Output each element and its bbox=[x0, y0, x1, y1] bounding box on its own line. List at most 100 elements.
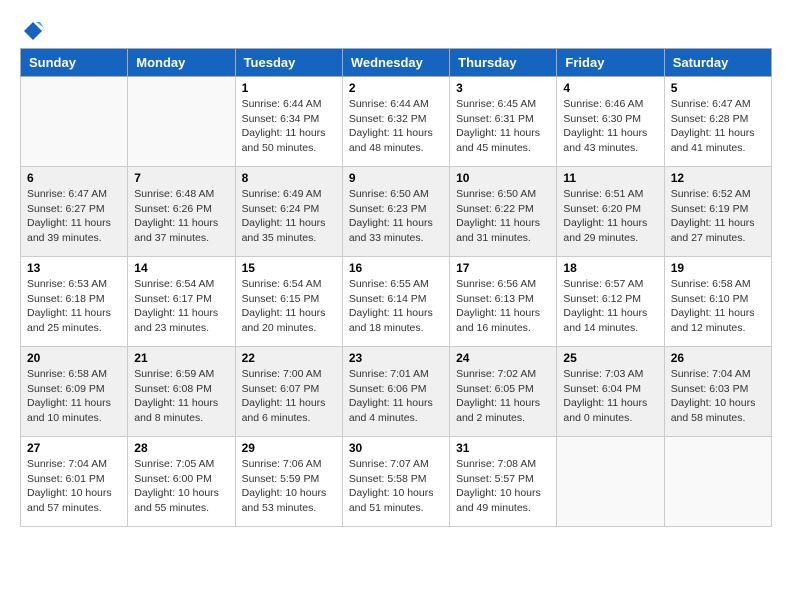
day-number: 19 bbox=[671, 261, 765, 275]
day-number: 30 bbox=[349, 441, 443, 455]
day-detail: Sunrise: 7:08 AM Sunset: 5:57 PM Dayligh… bbox=[456, 457, 550, 516]
calendar-day-cell: 30 Sunrise: 7:07 AM Sunset: 5:58 PM Dayli… bbox=[342, 437, 449, 527]
day-number: 17 bbox=[456, 261, 550, 275]
calendar-day-cell bbox=[128, 77, 235, 167]
calendar-day-cell: 4 Sunrise: 6:46 AM Sunset: 6:30 PM Daylig… bbox=[557, 77, 664, 167]
calendar-week-row: 1 Sunrise: 6:44 AM Sunset: 6:34 PM Daylig… bbox=[21, 77, 772, 167]
calendar-day-cell: 21 Sunrise: 6:59 AM Sunset: 6:08 PM Dayli… bbox=[128, 347, 235, 437]
day-number: 13 bbox=[27, 261, 121, 275]
calendar-day-cell: 31Sunrise: 7:08 AM Sunset: 5:57 PM Dayli… bbox=[450, 437, 557, 527]
day-number: 24 bbox=[456, 351, 550, 365]
day-number: 20 bbox=[27, 351, 121, 365]
day-detail: Sunrise: 6:45 AM Sunset: 6:31 PM Dayligh… bbox=[456, 97, 550, 156]
day-detail: Sunrise: 7:04 AM Sunset: 6:03 PM Dayligh… bbox=[671, 367, 765, 426]
weekday-header: Monday bbox=[128, 49, 235, 77]
day-detail: Sunrise: 6:48 AM Sunset: 6:26 PM Dayligh… bbox=[134, 187, 228, 246]
calendar-day-cell: 22 Sunrise: 7:00 AM Sunset: 6:07 PM Dayli… bbox=[235, 347, 342, 437]
day-detail: Sunrise: 6:46 AM Sunset: 6:30 PM Dayligh… bbox=[563, 97, 657, 156]
calendar-day-cell: 18 Sunrise: 6:57 AM Sunset: 6:12 PM Dayli… bbox=[557, 257, 664, 347]
day-number: 1 bbox=[242, 81, 336, 95]
day-detail: Sunrise: 7:07 AM Sunset: 5:58 PM Dayligh… bbox=[349, 457, 443, 516]
day-number: 4 bbox=[563, 81, 657, 95]
day-detail: Sunrise: 6:58 AM Sunset: 6:09 PM Dayligh… bbox=[27, 367, 121, 426]
day-number: 9 bbox=[349, 171, 443, 185]
day-number: 7 bbox=[134, 171, 228, 185]
day-detail: Sunrise: 6:47 AM Sunset: 6:28 PM Dayligh… bbox=[671, 97, 765, 156]
calendar-day-cell: 24 Sunrise: 7:02 AM Sunset: 6:05 PM Dayli… bbox=[450, 347, 557, 437]
calendar-day-cell: 12Sunrise: 6:52 AM Sunset: 6:19 PM Dayli… bbox=[664, 167, 771, 257]
calendar-week-row: 20 Sunrise: 6:58 AM Sunset: 6:09 PM Dayli… bbox=[21, 347, 772, 437]
weekday-header: Thursday bbox=[450, 49, 557, 77]
day-detail: Sunrise: 7:00 AM Sunset: 6:07 PM Dayligh… bbox=[242, 367, 336, 426]
calendar-day-cell: 17 Sunrise: 6:56 AM Sunset: 6:13 PM Dayli… bbox=[450, 257, 557, 347]
calendar-day-cell: 1 Sunrise: 6:44 AM Sunset: 6:34 PM Daylig… bbox=[235, 77, 342, 167]
calendar-day-cell bbox=[557, 437, 664, 527]
calendar-day-cell bbox=[664, 437, 771, 527]
calendar-day-cell: 27 Sunrise: 7:04 AM Sunset: 6:01 PM Dayli… bbox=[21, 437, 128, 527]
day-number: 29 bbox=[242, 441, 336, 455]
day-detail: Sunrise: 6:57 AM Sunset: 6:12 PM Dayligh… bbox=[563, 277, 657, 336]
weekday-header: Wednesday bbox=[342, 49, 449, 77]
day-number: 27 bbox=[27, 441, 121, 455]
day-detail: Sunrise: 6:44 AM Sunset: 6:32 PM Dayligh… bbox=[349, 97, 443, 156]
calendar-day-cell: 5 Sunrise: 6:47 AM Sunset: 6:28 PM Daylig… bbox=[664, 77, 771, 167]
day-number: 6 bbox=[27, 171, 121, 185]
calendar-day-cell: 2 Sunrise: 6:44 AM Sunset: 6:32 PM Daylig… bbox=[342, 77, 449, 167]
day-detail: Sunrise: 6:44 AM Sunset: 6:34 PM Dayligh… bbox=[242, 97, 336, 156]
day-number: 3 bbox=[456, 81, 550, 95]
calendar-day-cell: 16 Sunrise: 6:55 AM Sunset: 6:14 PM Dayli… bbox=[342, 257, 449, 347]
day-number: 15 bbox=[242, 261, 336, 275]
day-detail: Sunrise: 6:49 AM Sunset: 6:24 PM Dayligh… bbox=[242, 187, 336, 246]
calendar-day-cell: 8 Sunrise: 6:49 AM Sunset: 6:24 PM Daylig… bbox=[235, 167, 342, 257]
day-detail: Sunrise: 6:47 AM Sunset: 6:27 PM Dayligh… bbox=[27, 187, 121, 246]
calendar-day-cell: 11 Sunrise: 6:51 AM Sunset: 6:20 PM Dayli… bbox=[557, 167, 664, 257]
calendar-day-cell: 3 Sunrise: 6:45 AM Sunset: 6:31 PM Daylig… bbox=[450, 77, 557, 167]
day-number: 5 bbox=[671, 81, 765, 95]
calendar-day-cell bbox=[21, 77, 128, 167]
logo-icon bbox=[22, 20, 44, 42]
calendar-week-row: 13 Sunrise: 6:53 AM Sunset: 6:18 PM Dayli… bbox=[21, 257, 772, 347]
calendar-day-cell: 10Sunrise: 6:50 AM Sunset: 6:22 PM Dayli… bbox=[450, 167, 557, 257]
day-detail: Sunrise: 6:56 AM Sunset: 6:13 PM Dayligh… bbox=[456, 277, 550, 336]
calendar-day-cell: 6 Sunrise: 6:47 AM Sunset: 6:27 PM Daylig… bbox=[21, 167, 128, 257]
day-number: 2 bbox=[349, 81, 443, 95]
day-number: 10 bbox=[456, 171, 550, 185]
calendar-day-cell: 19 Sunrise: 6:58 AM Sunset: 6:10 PM Dayli… bbox=[664, 257, 771, 347]
weekday-header: Friday bbox=[557, 49, 664, 77]
weekday-header: Tuesday bbox=[235, 49, 342, 77]
day-number: 28 bbox=[134, 441, 228, 455]
weekday-header: Saturday bbox=[664, 49, 771, 77]
day-number: 21 bbox=[134, 351, 228, 365]
day-detail: Sunrise: 7:03 AM Sunset: 6:04 PM Dayligh… bbox=[563, 367, 657, 426]
day-detail: Sunrise: 6:51 AM Sunset: 6:20 PM Dayligh… bbox=[563, 187, 657, 246]
calendar-day-cell: 15 Sunrise: 6:54 AM Sunset: 6:15 PM Dayli… bbox=[235, 257, 342, 347]
calendar-day-cell: 29 Sunrise: 7:06 AM Sunset: 5:59 PM Dayli… bbox=[235, 437, 342, 527]
day-number: 11 bbox=[563, 171, 657, 185]
day-detail: Sunrise: 7:04 AM Sunset: 6:01 PM Dayligh… bbox=[27, 457, 121, 516]
day-detail: Sunrise: 6:53 AM Sunset: 6:18 PM Dayligh… bbox=[27, 277, 121, 336]
day-detail: Sunrise: 7:06 AM Sunset: 5:59 PM Dayligh… bbox=[242, 457, 336, 516]
day-number: 8 bbox=[242, 171, 336, 185]
weekday-header: Sunday bbox=[21, 49, 128, 77]
calendar-day-cell: 9Sunrise: 6:50 AM Sunset: 6:23 PM Daylig… bbox=[342, 167, 449, 257]
calendar-day-cell: 26 Sunrise: 7:04 AM Sunset: 6:03 PM Dayli… bbox=[664, 347, 771, 437]
day-detail: Sunrise: 6:52 AM Sunset: 6:19 PM Dayligh… bbox=[671, 187, 765, 246]
day-number: 22 bbox=[242, 351, 336, 365]
day-detail: Sunrise: 6:54 AM Sunset: 6:15 PM Dayligh… bbox=[242, 277, 336, 336]
day-detail: Sunrise: 6:55 AM Sunset: 6:14 PM Dayligh… bbox=[349, 277, 443, 336]
calendar-day-cell: 20 Sunrise: 6:58 AM Sunset: 6:09 PM Dayli… bbox=[21, 347, 128, 437]
day-number: 16 bbox=[349, 261, 443, 275]
day-number: 26 bbox=[671, 351, 765, 365]
logo bbox=[20, 20, 44, 38]
calendar-day-cell: 28Sunrise: 7:05 AM Sunset: 6:00 PM Dayli… bbox=[128, 437, 235, 527]
calendar-day-cell: 23Sunrise: 7:01 AM Sunset: 6:06 PM Dayli… bbox=[342, 347, 449, 437]
calendar-day-cell: 14Sunrise: 6:54 AM Sunset: 6:17 PM Dayli… bbox=[128, 257, 235, 347]
day-detail: Sunrise: 6:58 AM Sunset: 6:10 PM Dayligh… bbox=[671, 277, 765, 336]
day-number: 23 bbox=[349, 351, 443, 365]
page-header bbox=[20, 20, 772, 38]
day-number: 18 bbox=[563, 261, 657, 275]
day-detail: Sunrise: 6:59 AM Sunset: 6:08 PM Dayligh… bbox=[134, 367, 228, 426]
day-number: 14 bbox=[134, 261, 228, 275]
calendar-week-row: 6 Sunrise: 6:47 AM Sunset: 6:27 PM Daylig… bbox=[21, 167, 772, 257]
day-detail: Sunrise: 7:02 AM Sunset: 6:05 PM Dayligh… bbox=[456, 367, 550, 426]
